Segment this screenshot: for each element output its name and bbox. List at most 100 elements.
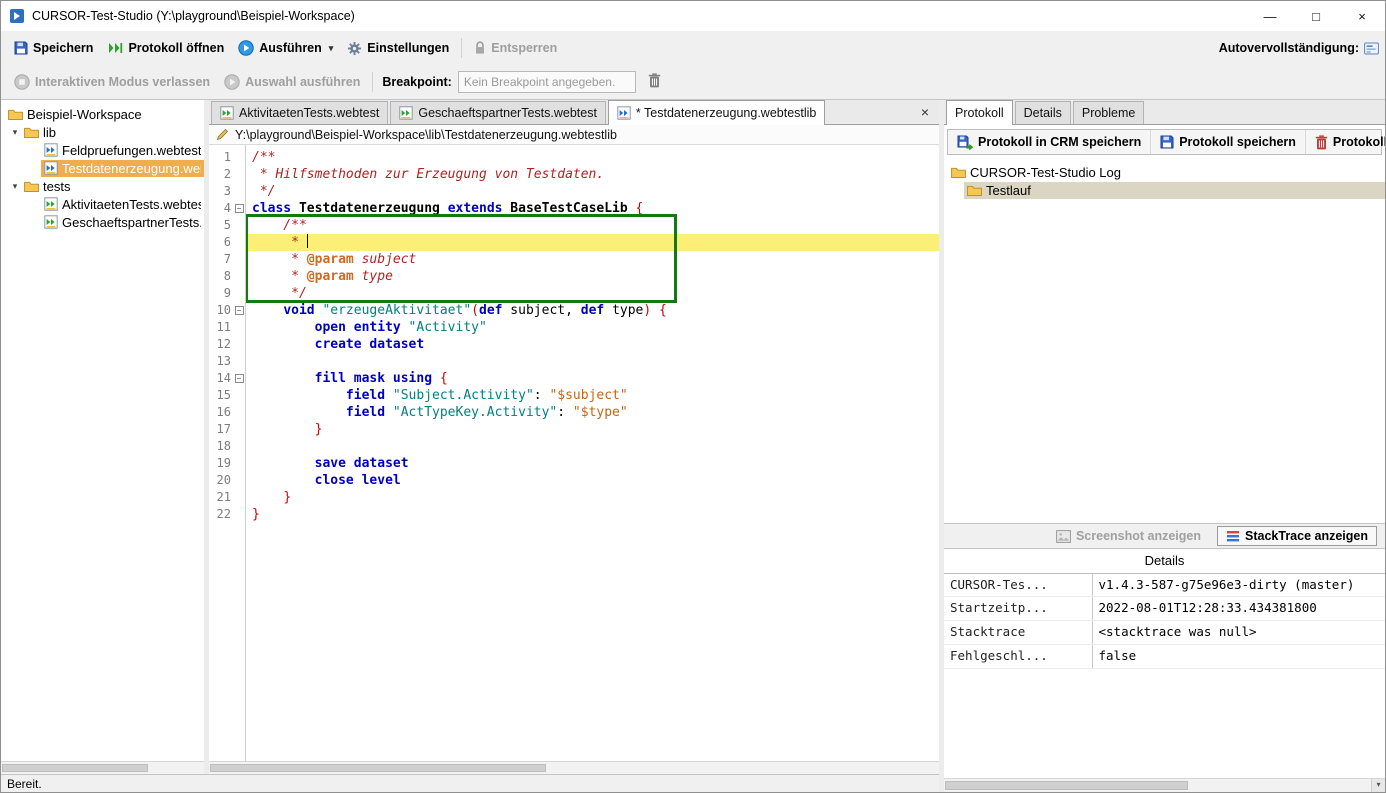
code-line[interactable]: * @param type [246, 268, 939, 285]
code-line[interactable]: } [246, 421, 939, 438]
tab-testdatenerzeugung[interactable]: * Testdatenerzeugung.webtestlib [608, 100, 825, 125]
run-selection-icon [224, 74, 240, 90]
image-icon [1056, 530, 1071, 543]
code-line[interactable] [246, 353, 939, 370]
code-line[interactable]: field "Subject.Activity": "$subject" [246, 387, 939, 404]
open-protocol-label: Protokoll öffnen [128, 41, 224, 55]
code-line[interactable]: /** [246, 217, 939, 234]
fold-marker[interactable]: − [235, 204, 244, 213]
leave-interactive-icon [14, 74, 30, 90]
save-protocol-button[interactable]: Protokoll speichern [1151, 130, 1306, 154]
toolbar-separator [461, 38, 462, 58]
code-line[interactable]: save dataset [246, 455, 939, 472]
editor-pathbar: Y:\playground\Beispiel-Workspace\lib\Tes… [209, 125, 939, 145]
code-line[interactable]: } [246, 506, 939, 523]
folder-icon [8, 108, 23, 120]
tree-item[interactable]: GeschaeftspartnerTests.webtest [1, 213, 204, 231]
leave-interactive-button[interactable]: Interaktiven Modus verlassen [7, 70, 217, 94]
line-number: 14 [209, 370, 233, 387]
line-number: 11 [209, 319, 233, 336]
code-line[interactable]: * Hilfsmethoden zur Erzeugung von Testda… [246, 166, 939, 183]
code-line[interactable] [246, 438, 939, 455]
code-line[interactable]: close level [246, 472, 939, 489]
chevron-down-icon[interactable]: ▾ [329, 43, 334, 54]
log-toolbar: Protokoll in CRM speichern Protokoll spe… [947, 129, 1382, 155]
expander-icon[interactable]: ▾ [9, 127, 21, 138]
line-number: 18 [209, 438, 233, 455]
show-stacktrace-button[interactable]: StackTrace anzeigen [1217, 526, 1377, 546]
minimize-button[interactable]: — [1247, 1, 1293, 31]
tree-item[interactable]: Testlauf [944, 181, 1385, 199]
line-number: 20 [209, 472, 233, 489]
webtestlib-file-icon [617, 106, 631, 120]
clear-protocol-button[interactable]: Protokoll leeren [1306, 130, 1385, 154]
settings-button[interactable]: Einstellungen [340, 37, 456, 60]
tree-item[interactable]: ▾tests [1, 177, 204, 195]
tab-label: AktivitaetenTests.webtest [239, 106, 379, 120]
line-number: 16 [209, 404, 233, 421]
log-hscrollbar[interactable]: ▾ [944, 778, 1385, 792]
details-value: <stacktrace was null> [1092, 621, 1385, 645]
scrollbar-thumb[interactable] [945, 781, 1188, 790]
scroll-corner-icon[interactable]: ▾ [1371, 779, 1385, 792]
save-protocol-crm-button[interactable]: Protokoll in CRM speichern [948, 130, 1151, 154]
fold-marker[interactable]: − [235, 306, 244, 315]
folder-icon [967, 184, 982, 196]
show-stacktrace-label: StackTrace anzeigen [1245, 529, 1368, 543]
code-line[interactable]: * @param subject [246, 251, 939, 268]
scrollbar-thumb[interactable] [2, 764, 148, 772]
log-content: Protokoll in CRM speichern Protokoll spe… [944, 125, 1385, 792]
code-line[interactable]: * [246, 234, 939, 251]
code-line[interactable]: field "ActTypeKey.Activity": "$type" [246, 404, 939, 421]
code-line[interactable]: */ [246, 183, 939, 200]
breakpoint-delete-button[interactable] [642, 70, 667, 94]
tree-item[interactable]: Testdatenerzeugung.webtestlib [1, 159, 204, 177]
tree-item[interactable]: Feldpruefungen.webtestlib [1, 141, 204, 159]
tab-geschaeftspartnertests[interactable]: GeschaeftspartnerTests.webtest [390, 101, 606, 124]
tree-hscrollbar[interactable] [1, 761, 204, 774]
close-button[interactable]: × [1339, 1, 1385, 31]
run-selection-button[interactable]: Auswahl ausführen [217, 70, 367, 94]
code-line[interactable]: */ [246, 285, 939, 302]
save-button[interactable]: Speichern [7, 37, 100, 59]
breakpoint-input[interactable] [458, 71, 636, 93]
tree-item[interactable]: ▾lib [1, 123, 204, 141]
webtest-icon [44, 197, 58, 211]
save-icon [14, 41, 28, 55]
tab-protokoll[interactable]: Protokoll [946, 100, 1013, 125]
fold-column: − − − [233, 149, 245, 761]
code-editor[interactable]: 12345678910111213141516171819202122 − −− … [209, 145, 939, 761]
scrollbar-thumb[interactable] [210, 764, 546, 772]
breakpoint-label: Breakpoint: [382, 75, 451, 89]
code-line[interactable]: void "erzeugeAktivitaet"(def subject, de… [246, 302, 939, 319]
fold-marker[interactable]: − [235, 374, 244, 383]
details-panel: Details CURSOR-Tes...v1.4.3-587-g75e96e3… [944, 549, 1385, 778]
editor-hscrollbar[interactable] [209, 761, 939, 774]
expander-icon[interactable]: ▾ [9, 181, 21, 192]
tab-probleme[interactable]: Probleme [1073, 101, 1145, 124]
code-line[interactable]: fill mask using { [246, 370, 939, 387]
autocomplete-icon[interactable] [1364, 42, 1379, 55]
tab-details[interactable]: Details [1015, 101, 1071, 124]
tree-item-label: GeschaeftspartnerTests.webtest [62, 215, 201, 230]
code-line[interactable]: /** [246, 149, 939, 166]
save-crm-icon [957, 135, 973, 150]
maximize-button[interactable]: □ [1293, 1, 1339, 31]
run-button[interactable]: Ausführen ▾ [231, 36, 340, 60]
code-line[interactable]: class Testdatenerzeugung extends BaseTes… [246, 200, 939, 217]
code-text[interactable]: /** * Hilfsmethoden zur Erzeugung von Te… [246, 145, 939, 761]
webtest-file-icon [220, 106, 234, 120]
open-protocol-button[interactable]: Protokoll öffnen [100, 37, 231, 59]
code-line[interactable]: open entity "Activity" [246, 319, 939, 336]
unlock-button[interactable]: Entsperren [467, 37, 564, 59]
line-number-column: 12345678910111213141516171819202122 [209, 149, 233, 761]
tab-aktivitaetentests[interactable]: AktivitaetenTests.webtest [211, 101, 388, 124]
tab-close-button[interactable]: × [921, 104, 929, 120]
show-screenshot-button[interactable]: Screenshot anzeigen [1048, 527, 1209, 545]
code-line[interactable]: } [246, 489, 939, 506]
code-line[interactable]: create dataset [246, 336, 939, 353]
tree-item[interactable]: Beispiel-Workspace [1, 105, 204, 123]
line-number: 22 [209, 506, 233, 523]
tree-item[interactable]: CURSOR-Test-Studio Log [944, 163, 1385, 181]
tree-item[interactable]: AktivitaetenTests.webtest [1, 195, 204, 213]
